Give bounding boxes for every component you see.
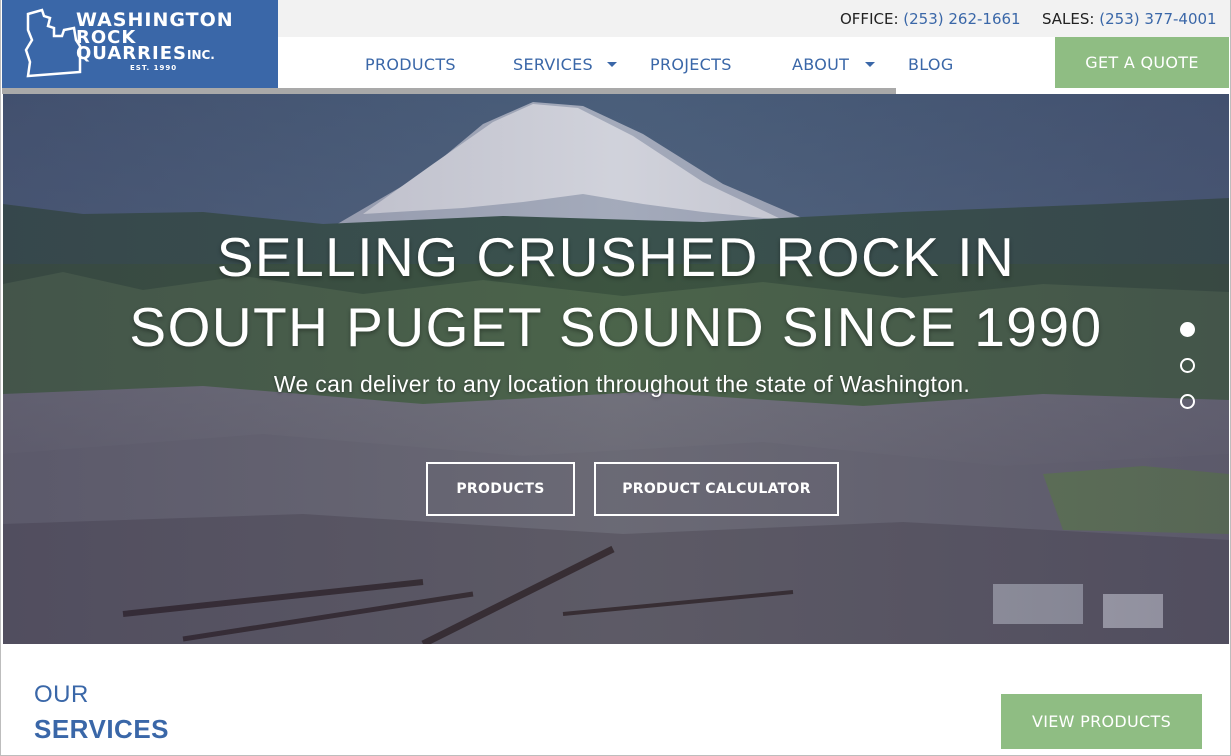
services-caret-down-icon[interactable] bbox=[607, 62, 617, 67]
washington-state-map-icon bbox=[24, 8, 82, 78]
nav-item-projects[interactable]: PROJECTS bbox=[650, 55, 732, 74]
hero-slider: SELLING CRUSHED ROCK IN SOUTH PUGET SOUN… bbox=[3, 94, 1229, 644]
site-logo[interactable]: WASHINGTON ROCK QUARRIESINC. EST. 1990 bbox=[2, 0, 278, 88]
sales-label: SALES: bbox=[1042, 10, 1095, 28]
hero-headline-line-2: SOUTH PUGET SOUND SINCE 1990 bbox=[129, 296, 1103, 358]
slider-dot-2[interactable] bbox=[1180, 358, 1195, 373]
main-nav: PRODUCTS SERVICES PROJECTS ABOUT BLOG bbox=[278, 37, 1055, 88]
hero-products-button[interactable]: PRODUCTS bbox=[426, 462, 575, 516]
logo-text-inc: INC. bbox=[186, 48, 215, 62]
view-products-button[interactable]: VIEW PRODUCTS bbox=[1001, 694, 1202, 749]
sales-phone-link[interactable]: (253) 377-4001 bbox=[1099, 10, 1216, 28]
hero-background-image bbox=[3, 94, 1229, 644]
logo-text-quarries-word: QUARRIES bbox=[76, 43, 187, 64]
hero-headline: SELLING CRUSHED ROCK IN SOUTH PUGET SOUN… bbox=[3, 222, 1229, 362]
nav-item-about[interactable]: ABOUT bbox=[792, 55, 849, 74]
office-label: OFFICE: bbox=[840, 10, 899, 28]
nav-item-products[interactable]: PRODUCTS bbox=[365, 55, 456, 74]
slider-dot-3[interactable] bbox=[1180, 394, 1195, 409]
sales-contact: SALES: (253) 377-4001 bbox=[1042, 10, 1217, 28]
contact-bar: OFFICE: (253) 262-1661 SALES: (253) 377-… bbox=[278, 0, 1231, 37]
services-heading: SERVICES bbox=[34, 714, 170, 744]
office-contact: OFFICE: (253) 262-1661 bbox=[840, 10, 1021, 28]
hero-product-calculator-button[interactable]: PRODUCT CALCULATOR bbox=[594, 462, 839, 516]
hero-subtext: We can deliver to any location throughou… bbox=[273, 371, 971, 397]
logo-text-quarries: QUARRIESINC. bbox=[76, 43, 215, 64]
slider-dot-1[interactable] bbox=[1180, 322, 1195, 337]
about-caret-down-icon[interactable] bbox=[865, 62, 875, 67]
office-phone-link[interactable]: (253) 262-1661 bbox=[903, 10, 1020, 28]
logo-est-text: EST. 1990 bbox=[130, 64, 178, 72]
services-heading-our: OUR bbox=[34, 681, 89, 708]
nav-item-blog[interactable]: BLOG bbox=[908, 55, 954, 74]
nav-item-services[interactable]: SERVICES bbox=[513, 55, 593, 74]
hero-headline-line-1: SELLING CRUSHED ROCK IN bbox=[216, 226, 1016, 288]
get-a-quote-button[interactable]: GET A QUOTE bbox=[1055, 37, 1229, 88]
